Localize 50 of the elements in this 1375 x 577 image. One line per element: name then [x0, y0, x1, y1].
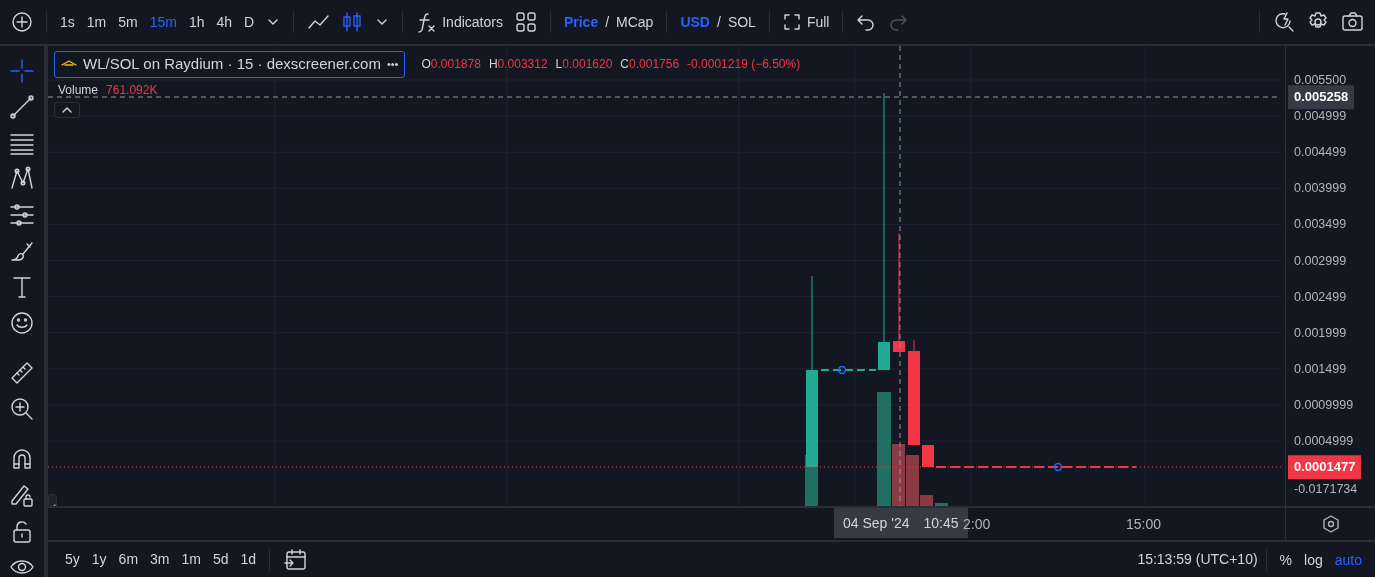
- fullscreen-button[interactable]: Full: [777, 9, 835, 35]
- scale-toggle[interactable]: log: [1299, 549, 1328, 570]
- price-label: 0.003499: [1294, 216, 1347, 233]
- separator-text: /: [717, 15, 721, 29]
- price-label: 0.001499: [1294, 360, 1347, 378]
- range-button[interactable]: 3m: [145, 546, 175, 573]
- price-label: 0.002499: [1294, 288, 1347, 306]
- interval-tab[interactable]: 1m: [81, 11, 112, 33]
- price-label: 0.001999: [1294, 324, 1347, 342]
- interval-tab[interactable]: 4h: [211, 11, 238, 33]
- separator-text: /: [605, 15, 610, 29]
- more-button[interactable]: •••: [386, 56, 399, 73]
- clock-text: 15:13:59 (UTC+10): [1137, 550, 1258, 569]
- crosshair-price: 0.005258: [1288, 85, 1355, 109]
- volume-value: 761.092K: [106, 81, 158, 99]
- price-label: 0.004999: [1294, 107, 1347, 125]
- price-change: -0.0001219 (−6.50%): [687, 56, 801, 74]
- price-label: -0.0171734: [1294, 480, 1358, 498]
- toggle-option[interactable]: SOL: [722, 11, 761, 33]
- interval-tab[interactable]: 1h: [183, 11, 210, 33]
- range-button[interactable]: 1m: [176, 546, 206, 573]
- price-label: 0.0009999: [1294, 396, 1354, 414]
- interval-tab[interactable]: D: [239, 11, 260, 33]
- interval-tab[interactable]: 1s: [55, 11, 80, 33]
- range-button[interactable]: 1d: [235, 546, 262, 573]
- toggle-option[interactable]: MCap: [611, 11, 659, 33]
- time-label: 15:00: [1126, 515, 1162, 534]
- price-label: 0.003999: [1294, 179, 1347, 197]
- scale-toggle[interactable]: auto: [1329, 549, 1367, 570]
- range-button[interactable]: 5y: [60, 546, 85, 573]
- price-label: 0.004499: [1294, 143, 1347, 161]
- range-button[interactable]: 5d: [207, 546, 234, 573]
- ohlc-value: C0.001756: [620, 56, 680, 74]
- toggle-option[interactable]: Price: [558, 11, 604, 33]
- range-button[interactable]: 6m: [113, 546, 144, 573]
- ohlc-value: L0.001620: [555, 56, 613, 74]
- time-label: 2:00: [963, 515, 991, 534]
- last-price-tag: 0.0001477: [1288, 455, 1362, 479]
- volume-label: Volume: [58, 81, 99, 99]
- range-button[interactable]: 1y: [86, 546, 112, 573]
- ohlc-value: H0.003312: [488, 56, 548, 74]
- scale-toggle[interactable]: %: [1274, 549, 1298, 570]
- price-label: 0.0004999: [1294, 432, 1354, 450]
- symbol-selector[interactable]: WL/SOL on Raydium · 15 · dexscreener.com •••: [54, 51, 406, 78]
- indicators-button[interactable]: Indicators: [411, 7, 508, 37]
- interval-tab[interactable]: 5m: [113, 11, 143, 33]
- interval-tab[interactable]: 15m: [144, 11, 182, 33]
- toggle-option[interactable]: USD: [675, 11, 715, 33]
- price-label: 0.002999: [1294, 252, 1347, 270]
- ohlc-value: O0.001878: [421, 56, 481, 74]
